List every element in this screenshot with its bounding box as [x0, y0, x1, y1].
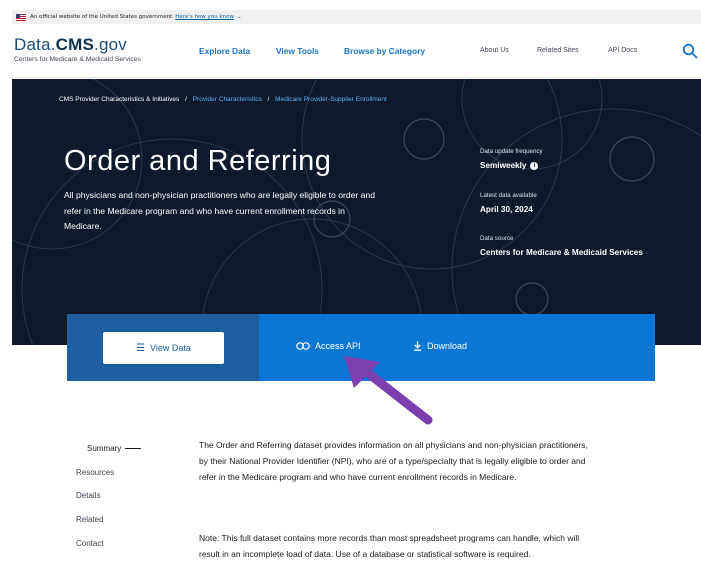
nav-about-us[interactable]: About Us — [480, 47, 509, 54]
download-label: Download — [427, 341, 468, 351]
logo-suffix: .gov — [94, 35, 127, 54]
info-icon[interactable]: i — [530, 161, 539, 170]
site-logo[interactable]: Data.CMS.gov Centers for Medicare & Medi… — [14, 36, 141, 63]
search-icon[interactable] — [682, 43, 698, 59]
side-nav-label: Summary — [87, 444, 122, 453]
breadcrumb-item-initiatives[interactable]: CMS Provider Characteristics & Initiativ… — [59, 96, 179, 103]
meta-label: Data update frequency — [480, 148, 543, 155]
nav-browse-by-category[interactable]: Browse by Category — [344, 46, 425, 56]
meta-update-frequency: Data update frequency Semiweekly i — [480, 148, 543, 170]
logo-subtitle: Centers for Medicare & Medicaid Services — [14, 56, 141, 63]
breadcrumb-item-enrollment[interactable]: Medicare Provider-Supplier Enrollment — [275, 96, 387, 103]
side-nav-resources[interactable]: Resources — [76, 468, 114, 477]
view-data-label: View Data — [150, 343, 191, 353]
site-header: Data.CMS.gov Centers for Medicare & Medi… — [12, 24, 701, 78]
view-data-button[interactable]: ☰ View Data — [103, 332, 224, 364]
dataset-description: All physicians and non-physician practit… — [64, 190, 375, 231]
side-nav-summary[interactable]: Summary — [87, 444, 142, 453]
side-nav-details[interactable]: Details — [76, 491, 100, 500]
meta-data-source: Data source Centers for Medicare & Medic… — [480, 235, 643, 257]
breadcrumb: CMS Provider Characteristics & Initiativ… — [59, 96, 387, 103]
meta-value: Semiweekly — [480, 161, 527, 170]
note-paragraph: Note: This full dataset contains more re… — [199, 533, 580, 559]
meta-label: Data source — [480, 235, 514, 242]
us-flag-icon — [16, 13, 26, 21]
meta-label: Latest data available — [480, 192, 537, 199]
annotation-arrow-icon — [344, 356, 433, 425]
chevron-down-icon[interactable]: ⌄ — [237, 14, 242, 20]
side-nav-contact[interactable]: Contact — [76, 539, 104, 548]
hero-banner: CMS Provider Characteristics & Initiativ… — [12, 79, 701, 345]
breadcrumb-separator: / — [267, 96, 270, 103]
page-title: Order and Referring — [64, 145, 332, 177]
access-api-button[interactable]: Access API — [296, 341, 361, 351]
download-button[interactable]: Download — [413, 341, 467, 351]
logo-bold: CMS — [55, 35, 95, 54]
link-icon — [296, 342, 310, 350]
summary-paragraph: The Order and Referring dataset provides… — [199, 440, 588, 482]
active-indicator — [125, 448, 142, 449]
nav-view-tools[interactable]: View Tools — [276, 46, 319, 56]
access-api-label: Access API — [315, 341, 361, 351]
meta-latest-data: Latest data available April 30, 2024 — [480, 192, 537, 214]
gov-banner-link[interactable]: Here's how you know — [175, 14, 234, 20]
meta-value: April 30, 2024 — [480, 205, 533, 214]
breadcrumb-item-provider-characteristics[interactable]: Provider Characteristics — [193, 96, 262, 103]
nav-related-sites[interactable]: Related Sites — [537, 47, 579, 54]
side-nav-related[interactable]: Related — [76, 515, 104, 524]
nav-explore-data[interactable]: Explore Data — [199, 46, 250, 56]
nav-api-docs[interactable]: API Docs — [608, 47, 637, 54]
breadcrumb-separator: / — [185, 96, 187, 103]
meta-value: Centers for Medicare & Medicaid Services — [480, 248, 643, 257]
gov-banner-text: An official website of the United States… — [30, 14, 173, 20]
download-icon — [414, 341, 421, 351]
logo-prefix: Data. — [14, 35, 56, 54]
list-icon: ☰ — [136, 342, 146, 354]
gov-banner: An official website of the United States… — [12, 10, 701, 24]
